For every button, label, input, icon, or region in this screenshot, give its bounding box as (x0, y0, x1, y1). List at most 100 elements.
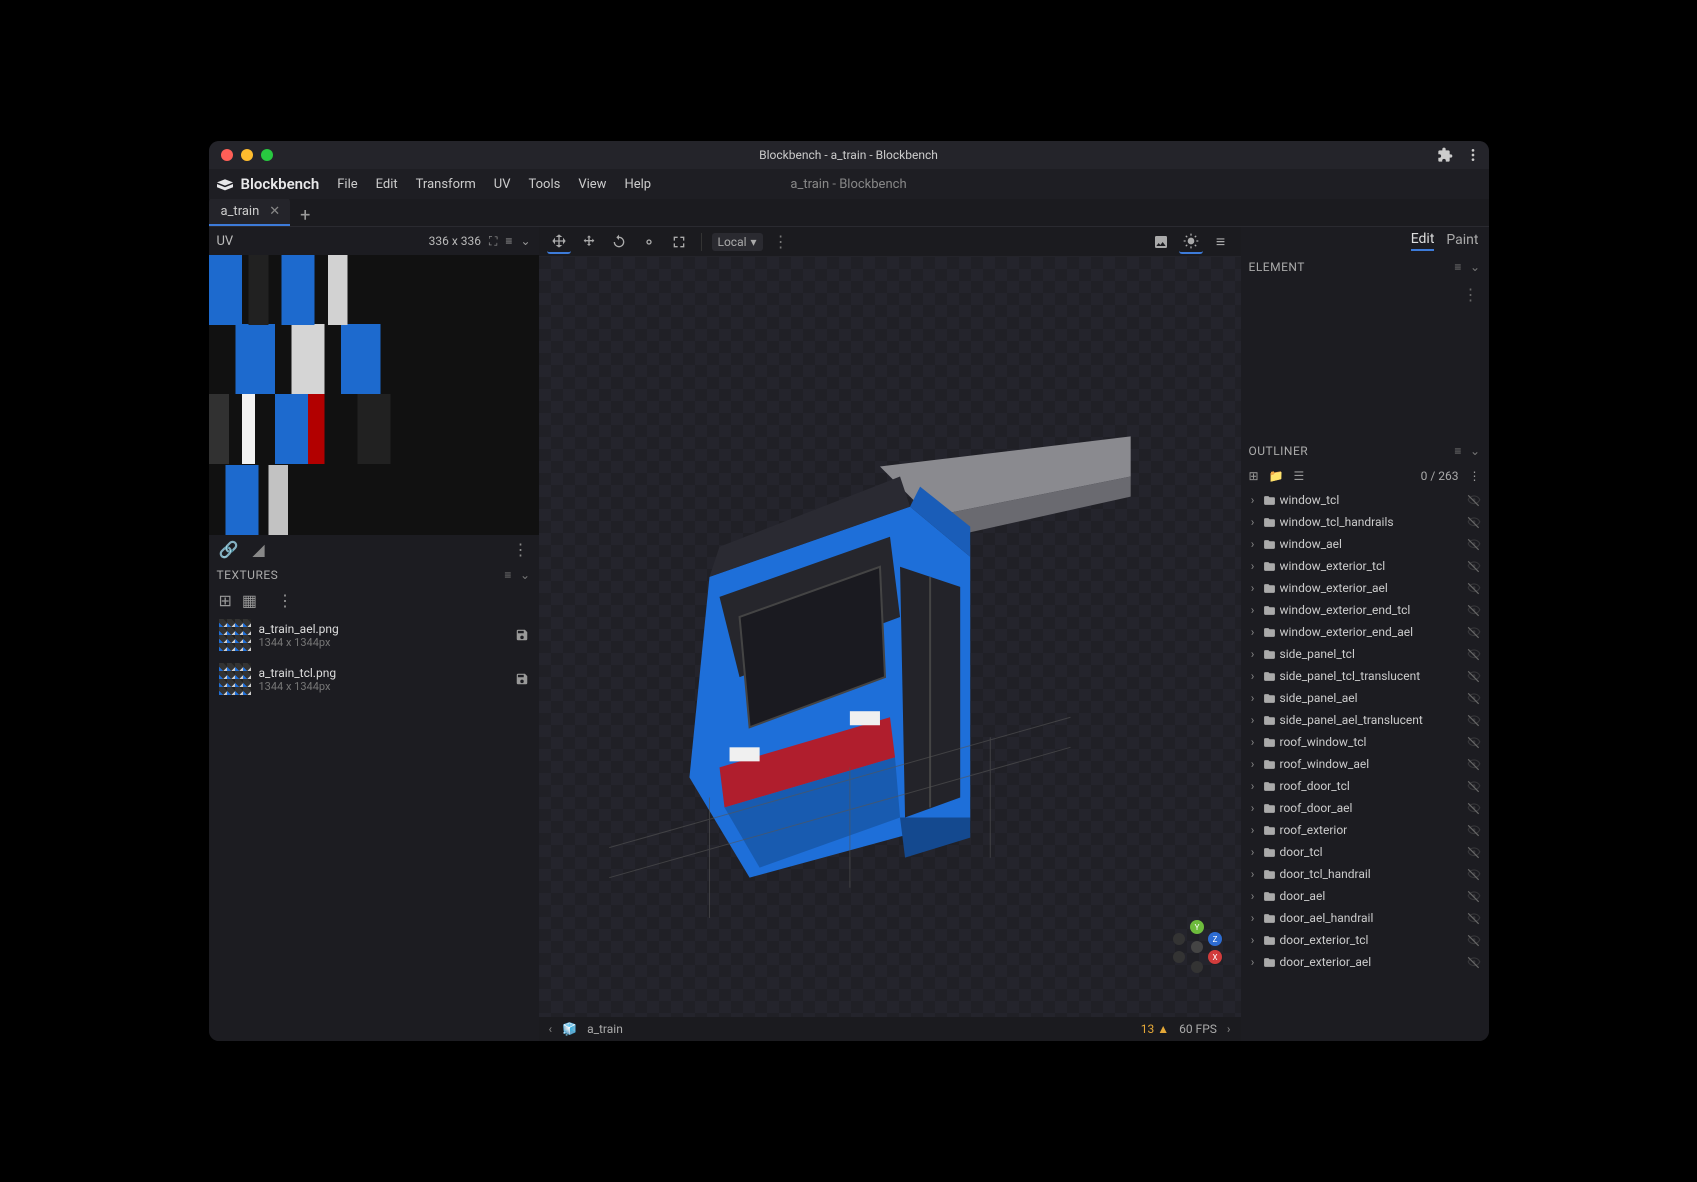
chevron-right-icon[interactable]: › (1247, 933, 1259, 947)
visibility-icon[interactable] (1467, 889, 1481, 903)
outliner-node[interactable]: ›window_exterior_end_tcl (1241, 599, 1489, 621)
textures-more-icon[interactable]: ⋮ (277, 591, 293, 610)
uv-more-icon[interactable]: ⋮ (513, 540, 529, 559)
outliner-node[interactable]: ›door_ael_handrail (1241, 907, 1489, 929)
outliner-node[interactable]: ›roof_window_ael (1241, 753, 1489, 775)
panel-menu-icon[interactable]: ≡ (1454, 444, 1462, 458)
uv-menu-icon[interactable]: ≡ (505, 234, 512, 248)
outliner-node[interactable]: ›door_ael (1241, 885, 1489, 907)
save-icon[interactable] (515, 672, 529, 686)
outliner-node[interactable]: ›window_exterior_ael (1241, 577, 1489, 599)
chevron-right-icon[interactable]: › (1247, 669, 1259, 683)
chevron-right-icon[interactable]: › (1247, 845, 1259, 859)
visibility-icon[interactable] (1467, 933, 1481, 947)
visibility-icon[interactable] (1467, 515, 1481, 529)
visibility-icon[interactable] (1467, 713, 1481, 727)
add-group-icon[interactable]: 📁 (1269, 469, 1284, 483)
outliner-node[interactable]: ›window_tcl_handrails (1241, 511, 1489, 533)
visibility-icon[interactable] (1467, 625, 1481, 639)
chevron-down-icon[interactable]: ⌄ (520, 234, 530, 248)
outliner-node[interactable]: ›roof_window_tcl (1241, 731, 1489, 753)
visibility-icon[interactable] (1467, 537, 1481, 551)
chevron-right-icon[interactable]: › (1247, 889, 1259, 903)
outliner-node[interactable]: ›window_exterior_tcl (1241, 555, 1489, 577)
visibility-icon[interactable] (1467, 493, 1481, 507)
mode-paint[interactable]: Paint (1446, 232, 1478, 250)
move-tool[interactable] (547, 230, 571, 254)
viewport-menu-icon[interactable]: ≡ (1209, 230, 1233, 254)
chevron-right-icon[interactable]: › (1247, 691, 1259, 705)
texture-item[interactable]: a_train_ael.png 1344 x 1344px (209, 613, 539, 657)
fullscreen-icon[interactable]: ⛶ (489, 234, 497, 249)
chevron-down-icon[interactable]: ⌄ (520, 568, 531, 582)
add-texture-icon[interactable]: ⊞ (219, 591, 232, 610)
visibility-icon[interactable] (1467, 779, 1481, 793)
element-more-icon[interactable]: ⋮ (1241, 279, 1489, 310)
visibility-icon[interactable] (1467, 647, 1481, 661)
link-icon[interactable]: 🔗 (219, 540, 239, 559)
outliner-node[interactable]: ›window_exterior_end_ael (1241, 621, 1489, 643)
visibility-icon[interactable] (1467, 603, 1481, 617)
add-cube-icon[interactable]: ⊞ (1249, 469, 1259, 483)
mirror-icon[interactable]: ◢ (252, 540, 264, 559)
rotate-tool[interactable] (607, 230, 631, 254)
new-texture-icon[interactable]: ▦ (242, 591, 257, 610)
toggle-icon[interactable]: ☰ (1294, 469, 1305, 483)
menu-edit[interactable]: Edit (368, 174, 406, 195)
chevron-right-icon[interactable]: › (1247, 515, 1259, 529)
extension-icon[interactable] (1437, 147, 1453, 163)
outliner-node[interactable]: ›side_panel_tcl (1241, 643, 1489, 665)
visibility-icon[interactable] (1467, 669, 1481, 683)
texture-item[interactable]: a_train_tcl.png 1344 x 1344px (209, 657, 539, 701)
outliner-tree[interactable]: ›window_tcl›window_tcl_handrails ›window_… (1241, 489, 1489, 1041)
outliner-node[interactable]: ›door_tcl_handrail (1241, 863, 1489, 885)
outliner-node[interactable]: ›door_exterior_tcl (1241, 929, 1489, 951)
outliner-node[interactable]: ›side_panel_ael (1241, 687, 1489, 709)
visibility-icon[interactable] (1467, 757, 1481, 771)
vertex-snap-tool[interactable] (667, 230, 691, 254)
chevron-right-icon[interactable]: › (1247, 911, 1259, 925)
visibility-icon[interactable] (1467, 735, 1481, 749)
viewport-3d[interactable]: Y Z X (539, 257, 1241, 1017)
menu-uv[interactable]: UV (486, 174, 519, 195)
visibility-icon[interactable] (1467, 955, 1481, 969)
visibility-icon[interactable] (1467, 691, 1481, 705)
chevron-down-icon[interactable]: ⌄ (1470, 260, 1481, 274)
menu-help[interactable]: Help (616, 174, 659, 195)
transform-space-dropdown[interactable]: Local ▾ (712, 233, 763, 251)
chevron-right-icon[interactable]: › (1247, 713, 1259, 727)
menu-view[interactable]: View (570, 174, 614, 195)
chevron-right-icon[interactable]: › (1247, 735, 1259, 749)
panel-menu-icon[interactable]: ≡ (1454, 260, 1462, 274)
outliner-more-icon[interactable]: ⋮ (1469, 469, 1481, 483)
pivot-tool[interactable] (637, 230, 661, 254)
panel-menu-icon[interactable]: ≡ (504, 568, 512, 582)
visibility-icon[interactable] (1467, 867, 1481, 881)
chevron-right-icon[interactable]: › (1247, 603, 1259, 617)
chevron-right-icon[interactable]: › (1247, 823, 1259, 837)
chevron-right-icon[interactable]: › (1247, 493, 1259, 507)
outliner-node[interactable]: ›side_panel_tcl_translucent (1241, 665, 1489, 687)
warning-count[interactable]: 13 ▲ (1141, 1022, 1169, 1036)
outliner-node[interactable]: ›door_tcl (1241, 841, 1489, 863)
outliner-node[interactable]: ›window_tcl (1241, 489, 1489, 511)
chevron-right-icon[interactable]: › (1247, 867, 1259, 881)
menu-file[interactable]: File (329, 174, 365, 195)
outliner-node[interactable]: ›roof_exterior (1241, 819, 1489, 841)
menu-transform[interactable]: Transform (408, 174, 484, 195)
chevron-right-icon[interactable]: › (1247, 955, 1259, 969)
visibility-icon[interactable] (1467, 823, 1481, 837)
minimize-window-button[interactable] (241, 149, 253, 161)
chevron-right-icon[interactable]: › (1247, 779, 1259, 793)
outliner-node[interactable]: ›roof_door_tcl (1241, 775, 1489, 797)
toolbar-more-icon[interactable]: ⋮ (773, 232, 789, 251)
add-tab-button[interactable]: + (290, 205, 320, 226)
visibility-icon[interactable] (1467, 911, 1481, 925)
close-tab-icon[interactable]: ✕ (269, 204, 280, 219)
chevron-right-icon[interactable]: › (1247, 581, 1259, 595)
chevron-right-icon[interactable]: › (1247, 625, 1259, 639)
chevron-right-icon[interactable]: › (1247, 537, 1259, 551)
screenshot-icon[interactable] (1149, 230, 1173, 254)
shading-icon[interactable] (1179, 230, 1203, 254)
chevron-right-icon[interactable]: › (1247, 647, 1259, 661)
